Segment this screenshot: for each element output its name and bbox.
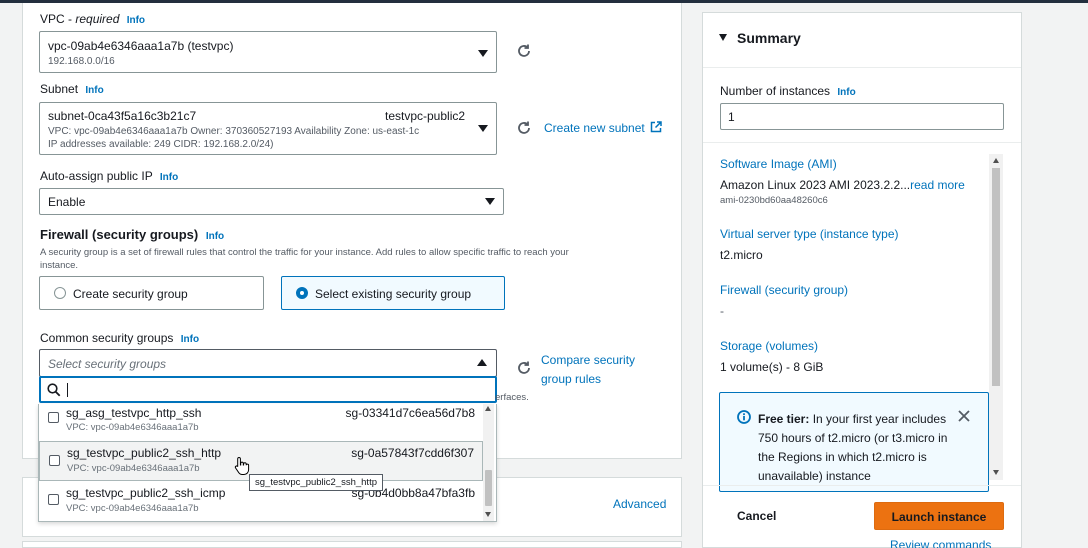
close-icon[interactable] [958, 410, 970, 422]
storage-link[interactable]: Storage (volumes) [720, 339, 818, 353]
instance-type-link[interactable]: Virtual server type (instance type) [720, 227, 899, 241]
scroll-down-icon[interactable] [993, 470, 999, 475]
dropdown-scrollbar[interactable] [483, 404, 494, 521]
vpc-value: vpc-09ab4e6346aaa1a7b (testvpc) [48, 39, 234, 53]
public-ip-value: Enable [48, 195, 86, 209]
divider [703, 67, 1021, 68]
ami-link[interactable]: Software Image (AMI) [720, 157, 837, 171]
next-section [22, 541, 682, 548]
subnet-name: testvpc-public2 [385, 109, 466, 123]
storage-value: 1 volume(s) - 8 GiB [720, 360, 824, 374]
partially-hidden-text: erfaces. [495, 392, 529, 403]
vpc-label: VPC - required Info [40, 12, 146, 26]
info-icon [737, 410, 751, 424]
free-tier-alert: Free tier: In your first year includes 7… [719, 392, 989, 492]
summary-panel: Summary Number of instances Info 1 Softw… [702, 12, 1022, 548]
select-existing-security-group-option[interactable]: Select existing security group [281, 276, 505, 310]
instances-input[interactable]: 1 [720, 103, 1004, 130]
public-ip-select[interactable]: Enable [39, 188, 504, 215]
launch-instance-button[interactable]: Launch instance [874, 502, 1004, 530]
chevron-down-icon [478, 125, 488, 132]
firewall-title: Firewall (security groups) Info [40, 227, 225, 242]
tooltip: sg_testvpc_public2_ssh_http [249, 474, 383, 491]
scroll-up-icon[interactable] [485, 406, 491, 411]
scroll-thumb[interactable] [992, 168, 1000, 386]
divider [703, 485, 1021, 486]
create-new-subnet-link[interactable]: Create new subnet [544, 121, 662, 135]
refresh-icon[interactable] [516, 120, 532, 136]
external-link-icon [650, 121, 662, 133]
public-ip-info-link[interactable]: Info [160, 172, 178, 183]
network-settings-panel: VPC - required Info vpc-09ab4e6346aaa1a7… [22, 3, 682, 459]
ami-id: ami-0230bd60aa48260c6 [720, 195, 828, 206]
subnet-label: Subnet Info [40, 82, 104, 96]
summary-scrollbar[interactable] [989, 154, 1003, 480]
chevron-up-icon [477, 359, 487, 366]
cancel-button[interactable]: Cancel [737, 509, 776, 523]
ami-value: Amazon Linux 2023 AMI 2023.2.2...read mo… [720, 178, 965, 192]
subnet-info-link[interactable]: Info [85, 85, 103, 96]
text-cursor [67, 383, 68, 397]
checkbox[interactable] [49, 455, 60, 466]
vpc-select[interactable]: vpc-09ab4e6346aaa1a7b (testvpc) 192.168.… [39, 31, 497, 73]
vpc-cidr: 192.168.0.0/16 [48, 56, 115, 67]
scroll-down-icon[interactable] [485, 512, 491, 517]
caret-down-icon[interactable] [719, 34, 727, 41]
create-security-group-option[interactable]: Create security group [39, 276, 264, 310]
subnet-select[interactable]: subnet-0ca43f5a16c3b21c7 testvpc-public2… [39, 102, 497, 155]
divider [703, 142, 1021, 143]
subnet-detail: IP addresses available: 249 CIDR: 192.16… [48, 139, 274, 150]
refresh-icon[interactable] [516, 43, 532, 59]
review-commands-link[interactable]: Review commands [890, 538, 991, 548]
scroll-up-icon[interactable] [993, 158, 999, 163]
firewall-value: - [720, 304, 724, 318]
checkbox[interactable] [48, 494, 59, 505]
instances-label: Number of instances Info [720, 84, 856, 98]
compare-security-group-rules-link[interactable]: Compare security group rules [541, 351, 635, 389]
checkbox[interactable] [48, 412, 59, 423]
firewall-link[interactable]: Firewall (security group) [720, 283, 848, 297]
security-groups-select[interactable]: Select security groups [39, 349, 497, 377]
security-groups-search-input[interactable] [39, 376, 497, 403]
firewall-description: A security group is a set of firewall ru… [40, 247, 569, 271]
radio-checked-icon [296, 287, 308, 299]
instances-info-link[interactable]: Info [837, 87, 855, 98]
security-groups-placeholder: Select security groups [48, 357, 167, 371]
scroll-thumb[interactable] [485, 470, 492, 506]
hand-cursor-icon [234, 456, 250, 475]
list-item[interactable]: sg_asg_testvpc_http_ssh VPC: vpc-09ab4e6… [39, 404, 483, 442]
read-more-link[interactable]: read more [910, 178, 965, 192]
summary-title[interactable]: Summary [737, 30, 801, 46]
chevron-down-icon [485, 198, 495, 205]
refresh-icon[interactable] [516, 360, 532, 376]
radio-unchecked-icon [54, 287, 66, 299]
common-sg-label: Common security groups Info [40, 331, 200, 345]
vpc-info-link[interactable]: Info [127, 15, 145, 26]
common-sg-info-link[interactable]: Info [181, 334, 199, 345]
advanced-link[interactable]: Advanced [613, 497, 666, 511]
subnet-detail: VPC: vpc-09ab4e6346aaa1a7b Owner: 370360… [48, 126, 420, 137]
chevron-down-icon [478, 50, 488, 57]
search-icon [47, 383, 61, 397]
subnet-id: subnet-0ca43f5a16c3b21c7 [48, 109, 197, 123]
free-tier-text: Free tier: In your first year includes 7… [758, 412, 948, 483]
instance-type-value: t2.micro [720, 248, 763, 262]
public-ip-label: Auto-assign public IP Info [40, 169, 179, 183]
firewall-info-link[interactable]: Info [206, 231, 224, 242]
security-groups-dropdown: sg_asg_testvpc_http_ssh VPC: vpc-09ab4e6… [38, 404, 497, 522]
